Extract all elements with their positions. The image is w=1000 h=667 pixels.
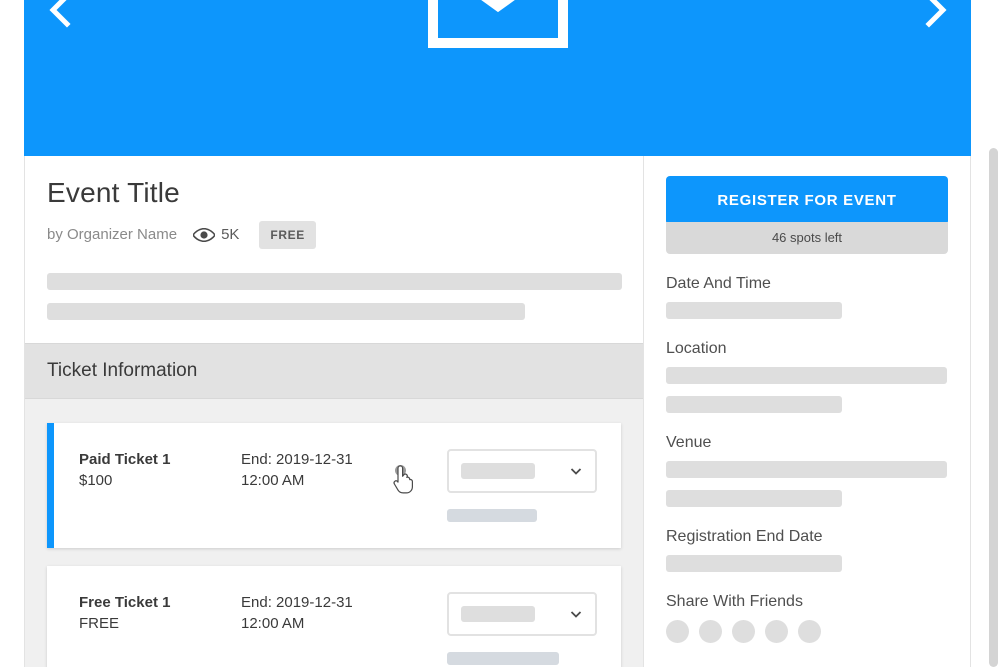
tickets-list: Paid Ticket 1 $100 End: 2019-12-31 12:00…	[25, 399, 643, 667]
section-title: Ticket Information	[47, 360, 621, 382]
event-meta-row: by Organizer Name 5K FREE	[47, 221, 621, 249]
quantity-value-placeholder	[461, 463, 535, 479]
status-badge: FREE	[259, 221, 315, 249]
venue-label: Venue	[666, 434, 948, 452]
share-with-friends-label: Share With Friends	[666, 593, 948, 611]
ticket-controls-column	[447, 592, 597, 665]
ticket-name: Free Ticket 1	[79, 592, 241, 614]
ticket-quantity-select[interactable]	[447, 449, 597, 493]
share-linkedin-icon[interactable]	[732, 620, 755, 643]
location-value-placeholder	[666, 367, 947, 384]
location-label: Location	[666, 340, 948, 358]
date-and-time-value-placeholder	[666, 302, 842, 319]
ticket-row[interactable]: Paid Ticket 1 $100 End: 2019-12-31 12:00…	[47, 423, 621, 548]
skeleton-line	[47, 303, 525, 320]
venue-value-placeholder	[666, 490, 842, 507]
ticket-price: FREE	[79, 613, 241, 635]
ticket-quantity-select[interactable]	[447, 592, 597, 636]
event-hero-banner	[24, 0, 971, 156]
ticket-date-column: End: 2019-12-31 12:00 AM	[241, 592, 441, 636]
ticket-price: $100	[79, 470, 241, 492]
main-column: Event Title by Organizer Name 5K FREE	[25, 156, 644, 667]
ticket-end-time: 12:00 AM	[241, 470, 441, 492]
share-buttons-row	[666, 620, 948, 643]
ticket-information-header: Ticket Information	[25, 343, 643, 399]
spots-left-label: 46 spots left	[666, 222, 948, 254]
carousel-next-arrow-icon[interactable]	[916, 0, 956, 30]
register-for-event-button[interactable]: REGISTER FOR EVENT	[666, 176, 948, 225]
views-counter: 5K	[193, 226, 239, 243]
quantity-value-placeholder	[461, 606, 535, 622]
location-value-placeholder	[666, 396, 842, 413]
ticket-date-column: End: 2019-12-31 12:00 AM	[241, 449, 441, 493]
share-facebook-icon[interactable]	[666, 620, 689, 643]
ticket-row[interactable]: Free Ticket 1 FREE End: 2019-12-31 12:00…	[47, 566, 621, 667]
share-pinterest-icon[interactable]	[765, 620, 788, 643]
skeleton-line	[47, 273, 622, 290]
ticket-name: Paid Ticket 1	[79, 449, 241, 471]
eye-icon	[193, 228, 215, 242]
ticket-end-time: 12:00 AM	[241, 613, 441, 635]
page-title: Event Title	[47, 176, 621, 210]
chevron-down-icon	[569, 607, 583, 621]
organizer-name: by Organizer Name	[47, 226, 177, 243]
ticket-end-date: End: 2019-12-31	[241, 449, 441, 471]
carousel-prev-arrow-icon[interactable]	[40, 0, 80, 30]
registration-end-date-value-placeholder	[666, 555, 842, 572]
ticket-name-column: Paid Ticket 1 $100	[79, 449, 241, 493]
date-and-time-label: Date And Time	[666, 275, 948, 293]
envelope-icon	[428, 0, 568, 48]
ticket-subtotal-placeholder	[447, 509, 537, 522]
venue-value-placeholder	[666, 461, 947, 478]
content-wrapper: Event Title by Organizer Name 5K FREE	[24, 156, 971, 667]
event-header: Event Title by Organizer Name 5K FREE	[25, 156, 643, 249]
share-twitter-icon[interactable]	[699, 620, 722, 643]
ticket-end-date: End: 2019-12-31	[241, 592, 441, 614]
description-placeholder	[25, 273, 643, 320]
registration-end-date-label: Registration End Date	[666, 528, 948, 546]
chevron-down-icon	[569, 464, 583, 478]
page-scrollbar[interactable]	[987, 0, 1000, 667]
event-detail-page: Event Title by Organizer Name 5K FREE	[0, 0, 1000, 667]
views-count-label: 5K	[221, 226, 239, 243]
event-sidebar: REGISTER FOR EVENT 46 spots left Date An…	[644, 156, 970, 667]
ticket-accent-bar	[47, 423, 54, 548]
page-scrollbar-thumb[interactable]	[989, 148, 998, 667]
ticket-controls-column	[447, 449, 597, 522]
ticket-subtotal-placeholder	[447, 652, 559, 665]
ticket-name-column: Free Ticket 1 FREE	[79, 592, 241, 636]
share-email-icon[interactable]	[798, 620, 821, 643]
